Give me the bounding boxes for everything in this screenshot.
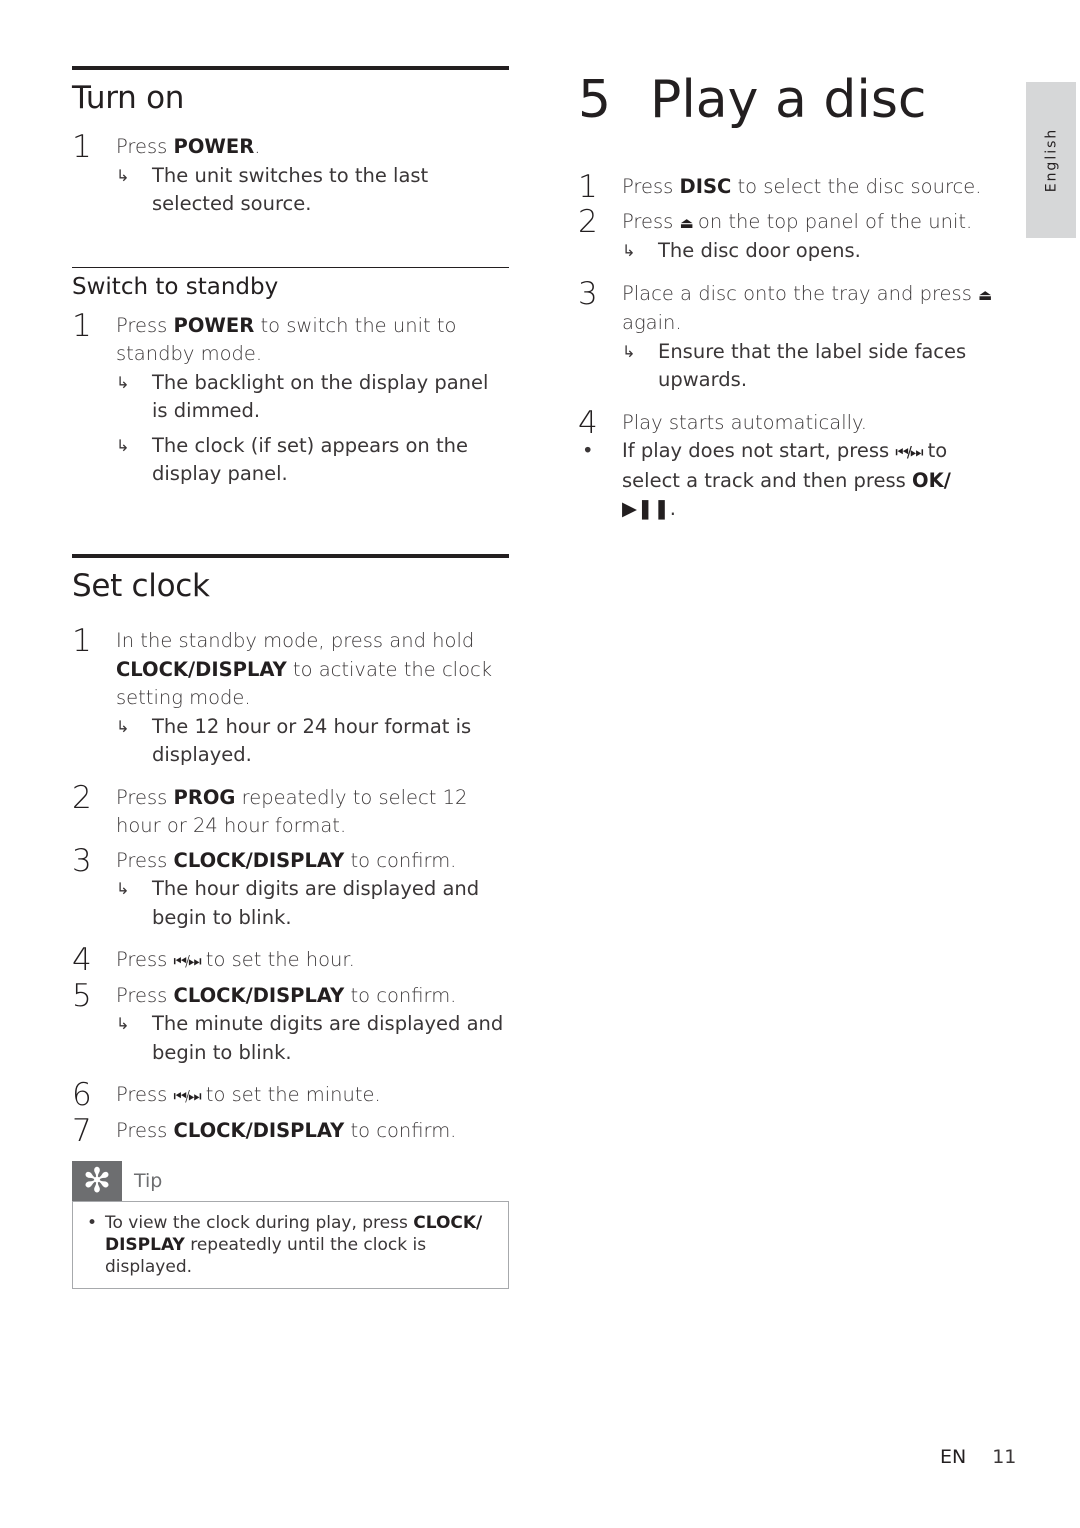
result-arrow-icon: ↳ [622,241,636,261]
step-result: ↳ The hour digits are displayed and begi… [116,877,480,929]
step: 2 Press PROG repeatedly to select 12 hou… [72,779,468,838]
tip-content: • To view the clock during play, press C… [72,1201,509,1290]
key-label: CLOCK/DISPLAY [173,983,345,1007]
key-label: POWER [173,313,255,337]
step-result: ↳ The clock (if set) appears on the disp… [116,433,468,486]
step: 3 Press CLOCK/DISPLAY to confirm. [72,842,457,879]
chapter-play-disc: 5 Play a disc 1 Press DISC to select the… [578,70,998,524]
language-tab: English [1026,82,1076,238]
step: 1 In the standby mode, press and hold CL… [72,623,493,710]
tip-bullet: • To view the clock during play, press C… [87,1213,483,1278]
step: 1 Press POWER. [72,129,261,166]
step-result: ↳ The minute digits are displayed and be… [116,1012,504,1064]
key-label: DISC [679,175,732,199]
section-title: Set clock [72,568,210,604]
result-arrow-icon: ↳ [116,435,130,455]
step-result: ↳ The unit switches to the last selected… [116,163,429,216]
prev-next-icon: ⏮/⏭ [895,443,923,462]
prev-next-icon: ⏮/⏭ [173,952,202,971]
key-label: POWER [173,135,255,159]
section-standby: Switch to standby 1 Press POWER to switc… [72,267,509,489]
section-rule [72,554,509,558]
step: 1 Press DISC to select the disc source. [578,169,982,206]
result-arrow-icon: ↳ [116,716,130,736]
language-tab-label: English [1043,127,1059,193]
step-number: 1 [72,129,92,166]
key-label: PROG [173,785,236,809]
section-title: Turn on [72,80,185,116]
section-rule [72,66,509,70]
chapter-title: 5 Play a disc [578,70,927,130]
step-number: 2 [578,203,598,240]
step: 7 Press CLOCK/DISPLAY to confirm. [72,1112,457,1149]
step: 3 Place a disc onto the tray and press ⏏… [578,275,992,335]
tip-label: Tip [134,1170,163,1193]
step-result: ↳ The disc door opens. [578,237,998,266]
step-number: 3 [72,842,92,879]
key-label: CLOCK/DISPLAY [173,848,345,872]
step-result: ↳ Ensure that the label side faces upwar… [622,339,967,392]
subsection-title: Switch to standby [72,274,279,300]
step-number: 5 [72,977,92,1014]
tip-block: ✻ Tip • To view the clock during play, p… [72,1161,509,1290]
step: 2 Press ⏏ on the top panel of the unit. [578,203,973,240]
chapter-number: 5 [578,70,612,130]
result-arrow-icon: ↳ [116,372,130,392]
step-number: 7 [72,1112,92,1149]
bullet-note: • If play does not start, press ⏮/⏭ to s… [582,439,951,521]
tip-header: ✻ Tip [72,1161,509,1202]
step-number: 1 [72,307,92,344]
section-turn-on: Turn on 1 Press POWER. ↳ The unit switch… [72,66,509,219]
step-result: ↳ The 12 hour or 24 hour format is displ… [116,714,472,767]
asterisk-icon: ✻ [72,1161,122,1202]
step: 6 Press ⏮/⏭ to set the minute. [72,1077,381,1114]
step: 5 Press CLOCK/DISPLAY to confirm. [72,977,457,1014]
step-number: 2 [72,779,92,816]
step-number: 4 [578,404,598,441]
step: 4 Play starts automatically. [578,404,867,441]
page-number: 11 [992,1446,1017,1468]
step: 1 Press POWER to switch the unit to stan… [72,307,457,366]
step-number: 4 [72,942,92,979]
result-arrow-icon: ↳ [116,1014,130,1034]
page-footer: EN 11 [940,1446,1016,1468]
key-label: CLOCK/DISPLAY [173,1118,345,1142]
step-number: 3 [578,275,598,312]
step: 4 Press ⏮/⏭ to set the hour. [72,942,355,979]
step-result: ↳ The backlight on the display panel is … [116,370,489,423]
eject-icon: ⏏ [978,285,992,304]
step-number: 1 [578,169,598,206]
key-label: CLOCK/DISPLAY [116,657,287,681]
footer-language: EN [940,1446,967,1468]
step-number: 1 [72,623,92,660]
section-rule [72,267,509,268]
result-arrow-icon: ↳ [622,341,636,361]
result-arrow-icon: ↳ [116,879,130,899]
eject-icon: ⏏ [679,213,694,232]
section-set-clock: Set clock 1 In the standby mode, press a… [72,554,509,1290]
step-number: 6 [72,1077,92,1114]
result-arrow-icon: ↳ [116,165,130,185]
prev-next-icon: ⏮/⏭ [173,1087,202,1106]
